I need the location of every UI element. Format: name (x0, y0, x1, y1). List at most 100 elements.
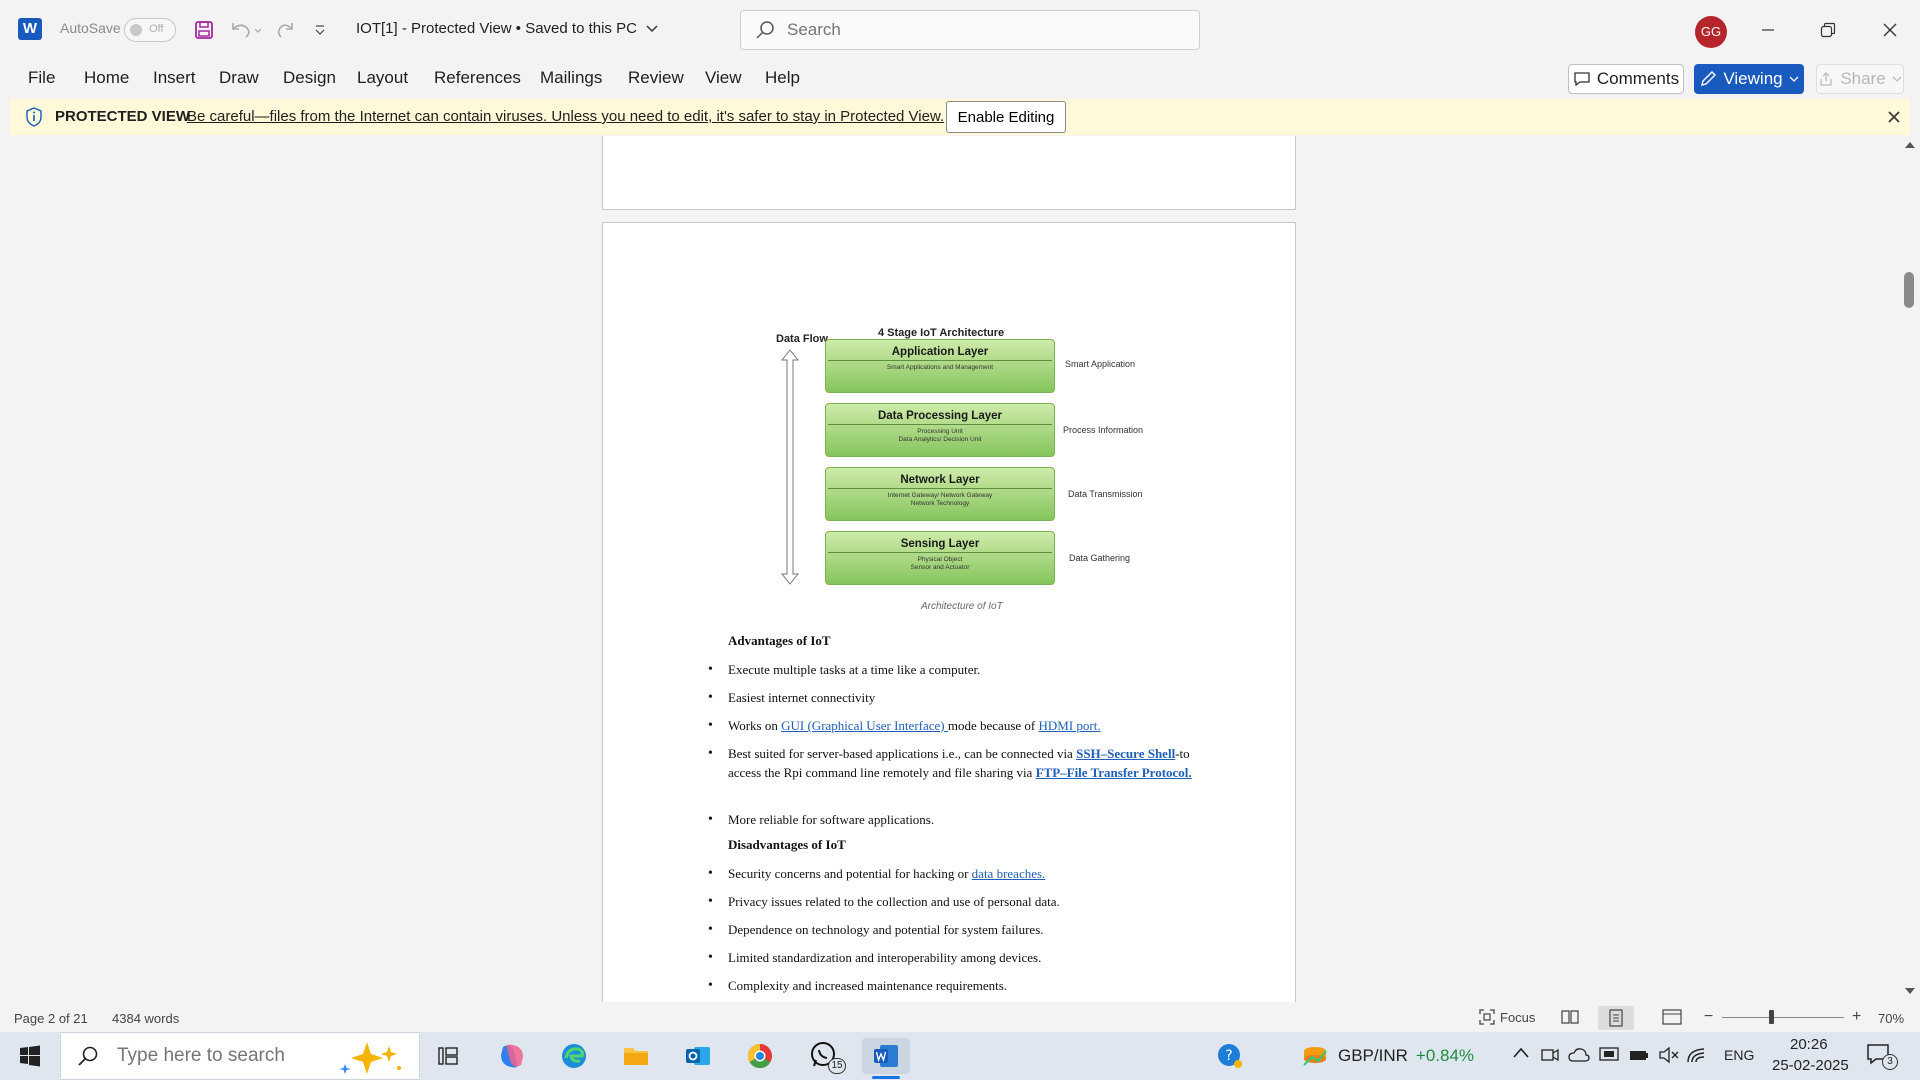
redo-icon[interactable] (272, 16, 300, 44)
gui-link[interactable]: GUI (Graphical User Interface) (781, 718, 948, 733)
tab-review[interactable]: Review (628, 68, 684, 88)
tab-help[interactable]: Help (765, 68, 800, 88)
customize-toolbar-icon[interactable] (308, 16, 332, 44)
meet-now-tray[interactable] (1540, 1046, 1560, 1069)
tab-home[interactable]: Home (84, 68, 129, 88)
list-item-text: Security concerns and potential for hack… (728, 866, 972, 881)
restore-button[interactable] (1808, 12, 1848, 48)
ssh-link[interactable]: SSH–Secure Shell (1076, 746, 1175, 761)
disadvantages-heading: Disadvantages of IoT (728, 837, 846, 852)
clock-time[interactable]: 20:26 (1790, 1036, 1828, 1053)
list-item: Dependence on technology and potential f… (708, 920, 1198, 939)
tab-draw[interactable]: Draw (219, 68, 259, 88)
print-layout-button[interactable] (1598, 1006, 1634, 1030)
zoom-slider-thumb[interactable] (1769, 1010, 1774, 1024)
zoom-slider[interactable] (1722, 1010, 1844, 1024)
copilot-button[interactable] (488, 1038, 536, 1074)
battery-tray[interactable] (1628, 1046, 1650, 1069)
data-breaches-link[interactable]: data breaches. (972, 866, 1046, 881)
input-language[interactable]: ENG (1724, 1047, 1754, 1063)
zoom-in-button[interactable]: + (1852, 1008, 1861, 1026)
document-canvas[interactable]: 4 Stage IoT Architecture Data Flow Appli… (0, 136, 1900, 1002)
word-taskbar-button[interactable] (862, 1038, 910, 1079)
task-view-button[interactable] (424, 1038, 472, 1074)
monitor-icon (1599, 1047, 1619, 1061)
start-button[interactable] (10, 1040, 50, 1072)
battery-icon (1630, 1051, 1648, 1060)
data-flow-arrow-icon (780, 349, 800, 585)
search-input[interactable] (787, 20, 1167, 40)
notification-center-button[interactable]: 3 (1866, 1042, 1898, 1073)
file-explorer-button[interactable] (612, 1038, 660, 1074)
taskbar-search[interactable] (60, 1032, 420, 1080)
save-icon[interactable] (190, 16, 218, 44)
protected-view-close-button[interactable] (1884, 107, 1904, 127)
word-icon (874, 1045, 898, 1067)
layer-application: Application Layer Smart Applications and… (825, 339, 1055, 393)
ticker-change: +0.84% (1415, 1046, 1475, 1065)
outlook-button[interactable] (674, 1038, 722, 1074)
comments-label: Comments (1596, 69, 1680, 88)
tab-view[interactable]: View (705, 68, 742, 88)
data-flow-label: Data Flow (776, 333, 828, 345)
close-button[interactable] (1870, 12, 1910, 48)
page-current: 4 Stage IoT Architecture Data Flow Appli… (602, 222, 1296, 1002)
speaker-tray[interactable] (1658, 1046, 1680, 1069)
scroll-down-icon[interactable] (1904, 986, 1916, 996)
search-box[interactable] (740, 10, 1200, 50)
chrome-button[interactable] (736, 1038, 784, 1074)
whatsapp-button[interactable]: 15 (800, 1038, 848, 1074)
edge-icon (562, 1044, 586, 1068)
taskbar-search-input[interactable] (117, 1045, 337, 1067)
scrollbar-thumb[interactable] (1904, 272, 1914, 308)
show-hidden-icons-button[interactable] (1512, 1046, 1530, 1065)
read-mode-button[interactable] (1560, 1008, 1584, 1028)
pen-icon (1701, 71, 1717, 86)
tab-insert[interactable]: Insert (153, 68, 196, 88)
tab-mailings[interactable]: Mailings (540, 68, 602, 88)
status-bar: Page 2 of 21 4384 words Focus − + 70% (0, 1004, 1920, 1032)
chevron-down-icon (1789, 76, 1799, 82)
zoom-out-button[interactable]: − (1704, 1008, 1713, 1026)
minimize-icon (1762, 29, 1774, 31)
page-icon (1609, 1009, 1623, 1027)
word-count[interactable]: 4384 words (112, 1011, 179, 1026)
network-tray[interactable] (1686, 1046, 1708, 1069)
tab-layout[interactable]: Layout (357, 68, 408, 88)
avatar[interactable]: GG (1695, 16, 1727, 48)
share-button[interactable]: Share (1816, 64, 1904, 94)
list-item-text: mode because of (947, 718, 1039, 733)
minimize-button[interactable] (1748, 12, 1788, 48)
onedrive-tray[interactable] (1568, 1046, 1590, 1069)
tab-design[interactable]: Design (283, 68, 336, 88)
autosave-toggle[interactable]: Off (124, 18, 176, 42)
comments-button[interactable]: Comments (1568, 64, 1684, 94)
autosave-label: AutoSave (60, 20, 121, 36)
clock-date[interactable]: 25-02-2025 (1772, 1057, 1849, 1074)
help-icon: ? (1218, 1044, 1242, 1068)
edge-button[interactable] (550, 1038, 598, 1074)
scroll-up-icon[interactable] (1904, 140, 1916, 150)
page-count[interactable]: Page 2 of 21 (14, 1011, 88, 1026)
autosave-state: Off (149, 23, 164, 35)
hdmi-link[interactable]: HDMI port. (1038, 718, 1100, 733)
layer-desc: Smart Applications and Management (886, 364, 994, 371)
tab-file[interactable]: File (28, 68, 55, 88)
help-tray-button[interactable]: ? (1206, 1038, 1254, 1074)
display-tray[interactable] (1598, 1046, 1620, 1069)
web-layout-icon (1662, 1009, 1682, 1025)
enable-editing-button[interactable]: Enable Editing (946, 101, 1066, 133)
focus-button[interactable]: Focus (1478, 1008, 1535, 1026)
tab-references[interactable]: References (434, 68, 521, 88)
vertical-scrollbar[interactable] (1900, 136, 1920, 1002)
document-title[interactable]: IOT[1] - Protected View • Saved to this … (356, 20, 659, 37)
protected-view-message[interactable]: Be careful—files from the Internet can c… (187, 108, 944, 125)
ftp-link[interactable]: FTP–File Transfer Protocol. (1036, 765, 1192, 780)
undo-icon[interactable] (226, 16, 266, 44)
speaker-muted-icon (1659, 1046, 1679, 1064)
web-layout-button[interactable] (1662, 1008, 1686, 1028)
viewing-mode-button[interactable]: Viewing (1694, 64, 1804, 94)
ticker-widget[interactable]: GBP/INR +0.84% (1300, 1038, 1474, 1074)
currency-icon (1303, 1047, 1327, 1066)
zoom-level[interactable]: 70% (1878, 1011, 1904, 1026)
